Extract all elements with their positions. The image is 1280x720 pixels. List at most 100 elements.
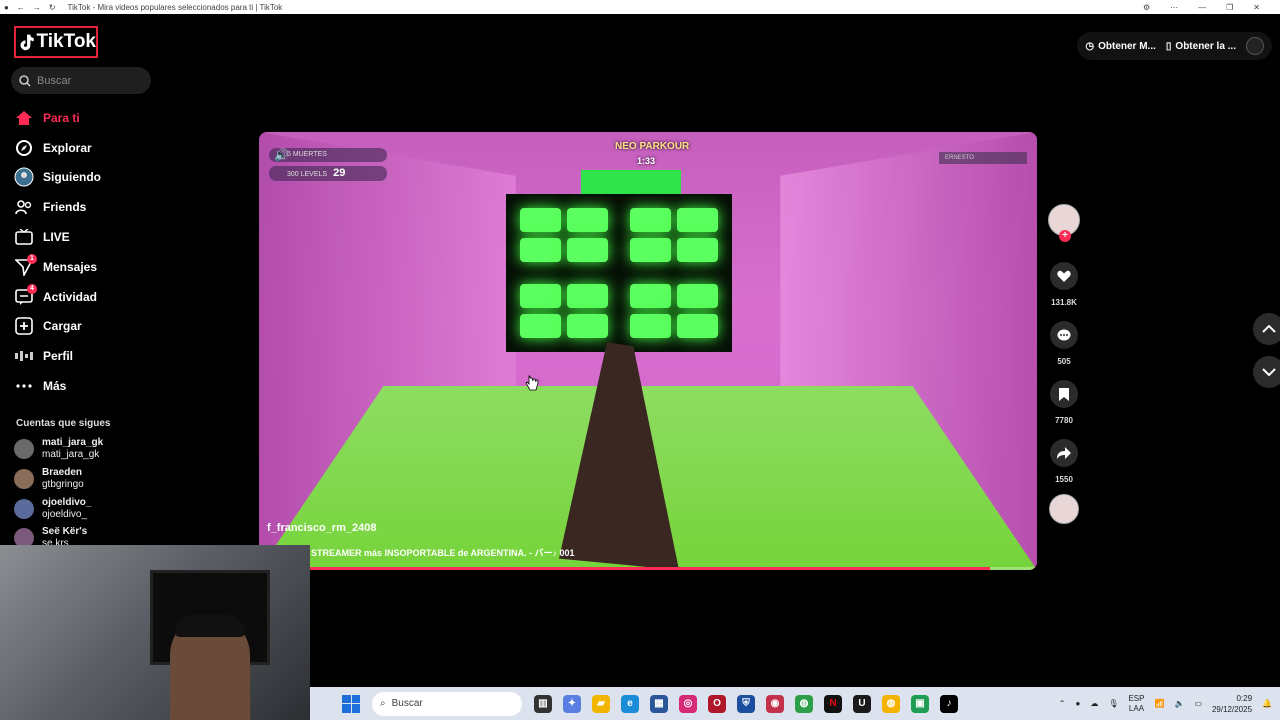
taskbar-search-placeholder: Buscar [391,698,423,709]
get-app-button[interactable]: ◷ Obtener M... [1085,41,1156,52]
avatar [14,499,34,519]
messages-badge: 1 [27,253,37,264]
battery-icon[interactable]: ▭ [1194,699,1202,708]
video-progress-bar[interactable] [259,567,1037,570]
account-name: Braeden [42,467,83,478]
window-title: TikTok - Mira videos populares seleccion… [67,2,283,12]
following-account[interactable]: Braeden gtbgringo [14,467,154,491]
following-account[interactable]: ojoeldivo_ ojoeldivo_ [14,497,154,521]
like-count: 131.8K [1051,298,1077,307]
game-timer: 1:33 [637,156,656,166]
comment-button[interactable] [1050,321,1078,349]
sidebar-item-label: Explorar [43,140,92,155]
chrome-icon[interactable]: ◍ [795,694,813,713]
video-green-blocks [506,194,732,352]
avatar [14,439,34,459]
tiktok-logo[interactable]: TikTok [14,26,98,58]
store-icon[interactable]: ▦ [650,694,668,713]
messages-icon: 1 [14,253,37,277]
avatar [14,469,34,489]
live-icon [14,227,34,247]
sidebar-nav: Para ti Explorar Siguiendo Friends LIVE … [14,103,154,401]
game-title: NEO PARKOUR [615,141,690,152]
edge-icon[interactable]: e [621,694,639,713]
following-account[interactable]: mati_jara_gk mati_jara_gk [14,437,154,461]
sidebar-item-actividad[interactable]: 4 Actividad [14,282,154,312]
sidebar-item-cargar[interactable]: Cargar [14,312,154,342]
get-mobile-app-button[interactable]: ▯ Obtener la ... [1166,41,1236,52]
close-icon[interactable]: ✕ [1253,3,1260,12]
game-app-icon[interactable]: ◉ [766,694,784,713]
bookmark-icon [1059,387,1069,401]
forward-icon[interactable]: → [33,3,41,12]
upload-icon [14,316,34,336]
sidebar-item-siguiendo[interactable]: Siguiendo [14,163,154,193]
tiktok-taskbar-icon[interactable]: ♪ [940,694,958,713]
sidebar-item-explorar[interactable]: Explorar [14,133,154,163]
video-player[interactable]: 5 MUERTES 300 LEVELS 29 🔊 NEO PARKOUR 1:3… [259,132,1037,570]
like-button[interactable] [1050,262,1078,290]
volume-icon[interactable]: 🔊 [274,148,289,162]
sidebar-item-label: LIVE [43,230,70,245]
comment-icon [1057,329,1071,340]
taskbar-search[interactable]: ⌕ Buscar [372,691,522,716]
profile-icon [14,346,34,366]
home-icon [14,108,34,128]
previous-video-button[interactable] [1253,313,1280,345]
user-avatar[interactable] [1246,37,1264,55]
more-icon [14,376,34,396]
tray-cloud-icon[interactable]: ☁ [1090,699,1098,708]
creator-avatar[interactable]: + [1048,204,1080,242]
restore-icon[interactable]: ❐ [1226,3,1233,12]
copilot-icon[interactable]: ✦ [563,694,581,713]
sidebar-item-perfil[interactable]: Perfil [14,341,154,371]
next-video-button[interactable] [1253,356,1280,388]
opera-icon[interactable]: O [708,694,726,713]
upwork-icon[interactable]: U [853,694,871,713]
get-app-label: Obtener M... [1098,40,1156,52]
minimize-icon[interactable]: — [1198,3,1206,12]
follow-plus-icon[interactable]: + [1059,230,1071,242]
browser-titlebar: ● ← → ↻ TikTok - Mira videos populares s… [0,0,1280,14]
instagram-icon[interactable]: ◎ [679,694,697,713]
music-avatar[interactable] [1049,494,1079,524]
microphone-icon[interactable]: 🎙 [1108,699,1118,708]
activity-icon: 4 [14,283,37,307]
tray-app-icon[interactable]: ● [1075,699,1080,708]
file-explorer-icon[interactable]: ▰ [592,694,610,713]
menu-icon[interactable]: ⋯ [1170,3,1178,12]
sidebar-item-mensajes[interactable]: 1 Mensajes [14,252,154,282]
video-progress-fill [259,567,991,570]
extensions-icon[interactable]: ⚙ [1143,3,1150,12]
share-button[interactable] [1050,439,1078,467]
volume-tray-icon[interactable]: 🔈 [1174,699,1184,708]
system-clock[interactable]: 0:29 29/12/2025 [1212,693,1252,715]
search-input[interactable]: Buscar [11,67,151,94]
sidebar-item-label: Más [43,379,67,394]
language-indicator[interactable]: ESP LAA [1128,694,1144,714]
heart-icon [1057,270,1071,282]
sidebar-item-label: Cargar [43,319,82,334]
chrome-canary-icon[interactable]: ◍ [882,694,900,713]
compass-icon [14,138,34,158]
notifications-icon[interactable]: 🔔 [1262,699,1272,708]
task-view-icon[interactable]: ▥ [534,694,552,713]
video-author[interactable]: f_francisco_rm_2408 [267,522,376,534]
sidebar-item-label: Mensajes [43,259,98,274]
search-icon [19,74,31,87]
sidebar-item-live[interactable]: LIVE [14,222,154,252]
sidebar-item-friends[interactable]: Friends [14,192,154,222]
sidebar-item-mas[interactable]: Más [14,371,154,401]
top-right-actions: ◷ Obtener M... ▯ Obtener la ... [1077,32,1272,60]
reload-icon[interactable]: ↻ [49,3,56,12]
save-button[interactable] [1050,380,1078,408]
shield-icon[interactable]: ⛨ [737,694,755,713]
sidebar-item-para-ti[interactable]: Para ti [14,103,154,133]
android-icon[interactable]: ▣ [911,694,929,713]
back-icon[interactable]: ← [17,3,25,12]
sidebar-item-label: Siguiendo [43,170,101,185]
netflix-icon[interactable]: N [824,694,842,713]
wifi-icon[interactable]: 📶 [1154,699,1164,708]
windows-start-icon[interactable] [342,694,360,713]
tray-chevron-icon[interactable]: ⌃ [1059,699,1066,708]
